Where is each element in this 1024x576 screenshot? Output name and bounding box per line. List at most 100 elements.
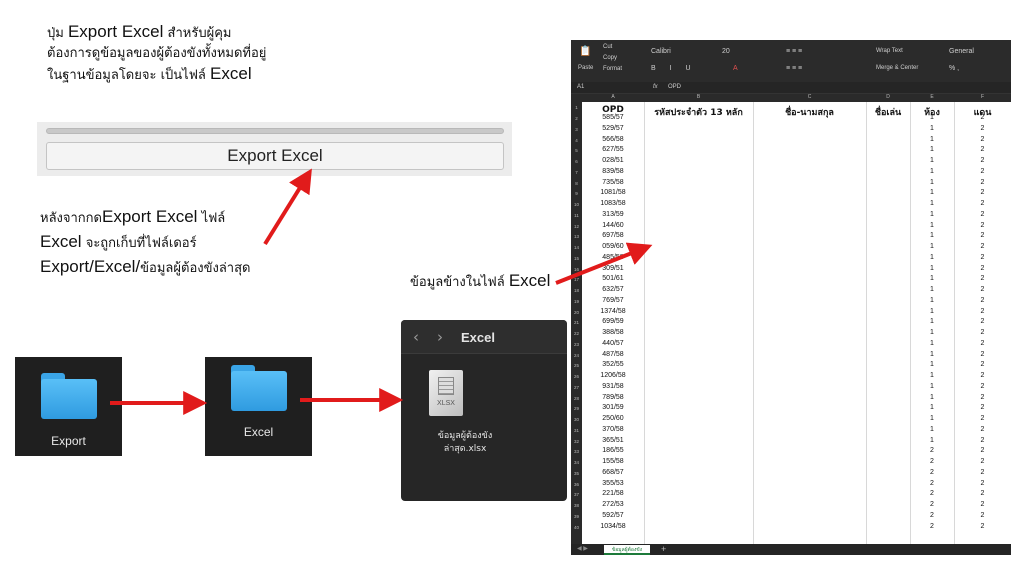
table-cell[interactable]: 1 [910, 340, 954, 347]
table-cell[interactable]: 1 [910, 200, 954, 207]
font-color-icon[interactable]: A [733, 65, 738, 72]
table-cell[interactable]: 309/51 [582, 265, 644, 272]
table-cell[interactable]: 250/60 [582, 415, 644, 422]
row-number[interactable]: 10 [571, 202, 582, 207]
table-cell[interactable]: 1 [910, 168, 954, 175]
table-cell[interactable]: 592/57 [582, 512, 644, 519]
table-cell[interactable]: 1 [910, 275, 954, 282]
table-cell[interactable]: 2 [954, 523, 1011, 530]
row-number[interactable]: 34 [571, 460, 582, 465]
font-size-select[interactable]: 20 [722, 48, 730, 55]
table-cell[interactable]: 2 [954, 265, 1011, 272]
table-cell[interactable]: 585/57 [582, 114, 644, 121]
file-name[interactable]: ข้อมูลผู้ต้องขัง ล่าสุด.xlsx [407, 430, 523, 456]
row-number[interactable]: 2 [571, 116, 582, 121]
table-cell[interactable]: 1 [910, 351, 954, 358]
row-number[interactable]: 9 [571, 191, 582, 197]
table-cell[interactable]: 697/58 [582, 232, 644, 239]
panel-scrollbar[interactable] [46, 128, 504, 134]
export-folder-tile[interactable]: Export [15, 357, 122, 456]
table-cell[interactable]: 2 [954, 490, 1011, 497]
table-cell[interactable]: 1 [910, 426, 954, 433]
row-number[interactable]: 12 [571, 223, 582, 229]
table-cell[interactable]: 1 [910, 415, 954, 422]
row-number[interactable]: 16 [571, 266, 582, 272]
row-number[interactable]: 7 [571, 169, 582, 175]
table-cell[interactable]: 301/59 [582, 404, 644, 411]
table-cell[interactable]: 566/58 [582, 136, 644, 143]
row-number[interactable]: 6 [571, 159, 582, 164]
table-cell[interactable]: 2 [954, 469, 1011, 476]
back-chevron-icon[interactable]: ‹ [413, 328, 419, 346]
percent-icon[interactable]: % , [949, 65, 959, 72]
table-cell[interactable]: 1 [910, 125, 954, 132]
xlsx-file-icon[interactable]: XLSX [429, 370, 463, 416]
table-cell[interactable]: 1 [910, 372, 954, 379]
row-number[interactable]: 26 [571, 374, 582, 379]
table-cell[interactable]: 2 [954, 254, 1011, 261]
row-number[interactable]: 20 [571, 309, 582, 315]
format-painter-button[interactable]: Format [603, 66, 622, 72]
number-format-select[interactable]: General [949, 48, 974, 55]
table-cell[interactable]: 487/58 [582, 351, 644, 358]
column-letter[interactable]: E [910, 94, 954, 100]
sheet-tab[interactable]: ข้อมูลผู้ต้องขัง [604, 545, 650, 555]
table-cell[interactable]: 1 [910, 254, 954, 261]
row-number[interactable]: 36 [571, 481, 582, 487]
table-cell[interactable]: 370/58 [582, 426, 644, 433]
table-cell[interactable]: 221/58 [582, 490, 644, 497]
table-cell[interactable]: 272/53 [582, 501, 644, 508]
row-number[interactable]: 24 [571, 352, 582, 358]
font-name-select[interactable]: Calibri [651, 48, 671, 55]
table-cell[interactable]: 1083/58 [582, 200, 644, 207]
table-cell[interactable]: 2 [954, 232, 1011, 239]
header-cell[interactable]: ชื่อ-นามสกุล [753, 105, 866, 119]
table-cell[interactable]: 2 [954, 125, 1011, 132]
table-cell[interactable]: 2 [910, 523, 954, 530]
table-cell[interactable]: 2 [954, 318, 1011, 325]
table-cell[interactable]: 144/60 [582, 222, 644, 229]
table-cell[interactable]: 2 [954, 351, 1011, 358]
header-cell[interactable]: ชื่อเล่น [866, 105, 910, 119]
copy-button[interactable]: Copy [603, 55, 617, 61]
row-number[interactable]: 33 [571, 449, 582, 455]
align-icons[interactable]: ≡ ≡ ≡ [786, 48, 802, 55]
table-cell[interactable]: 1 [910, 179, 954, 186]
table-cell[interactable]: 155/58 [582, 458, 644, 465]
table-cell[interactable]: 2 [910, 501, 954, 508]
row-number[interactable]: 4 [571, 137, 582, 143]
table-cell[interactable]: 1 [910, 189, 954, 196]
table-cell[interactable]: 1374/58 [582, 308, 644, 315]
table-cell[interactable]: 501/61 [582, 275, 644, 282]
table-cell[interactable]: 2 [954, 372, 1011, 379]
column-letter[interactable]: C [753, 94, 866, 100]
row-number[interactable]: 8 [571, 180, 582, 186]
table-cell[interactable]: 1 [910, 361, 954, 368]
bold-italic-underline-icons[interactable]: B I U [651, 65, 697, 72]
table-cell[interactable]: 2 [954, 340, 1011, 347]
column-letter[interactable]: B [644, 94, 753, 100]
table-cell[interactable]: 2 [954, 114, 1011, 121]
paste-button[interactable]: Paste [578, 65, 593, 71]
table-cell[interactable]: 2 [910, 447, 954, 454]
table-cell[interactable]: 2 [954, 243, 1011, 250]
row-number[interactable]: 30 [571, 417, 582, 422]
table-cell[interactable]: 352/55 [582, 361, 644, 368]
table-cell[interactable]: 2 [954, 157, 1011, 164]
formula-input[interactable]: OPD [668, 84, 681, 90]
table-cell[interactable]: 1 [910, 157, 954, 164]
excel-folder-tile[interactable]: Excel [205, 357, 312, 456]
column-letter[interactable]: D [866, 94, 910, 100]
table-cell[interactable]: 485/58 [582, 254, 644, 261]
table-cell[interactable]: 186/55 [582, 447, 644, 454]
table-cell[interactable]: 627/55 [582, 146, 644, 153]
table-cell[interactable]: 2 [954, 458, 1011, 465]
table-cell[interactable]: 1 [910, 286, 954, 293]
table-cell[interactable]: 2 [910, 469, 954, 476]
row-number[interactable]: 3 [571, 126, 582, 132]
table-cell[interactable]: 1 [910, 136, 954, 143]
table-cell[interactable]: 059/60 [582, 243, 644, 250]
table-cell[interactable]: 1 [910, 146, 954, 153]
table-cell[interactable]: 1206/58 [582, 372, 644, 379]
table-cell[interactable]: 2 [954, 308, 1011, 315]
